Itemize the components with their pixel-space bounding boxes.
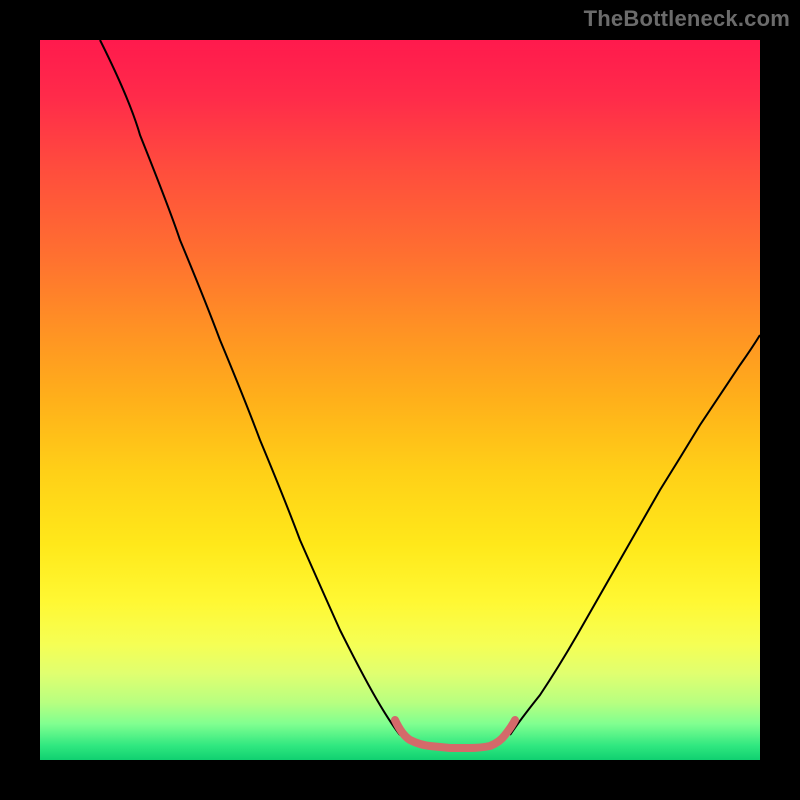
- curve-right-branch: [510, 335, 760, 735]
- chart-svg-layer: [40, 40, 760, 760]
- chart-frame: TheBottleneck.com: [0, 0, 800, 800]
- valley-trace: [395, 720, 515, 748]
- plot-area: [40, 40, 760, 760]
- curve-left-branch: [100, 40, 400, 735]
- watermark-text: TheBottleneck.com: [584, 6, 790, 32]
